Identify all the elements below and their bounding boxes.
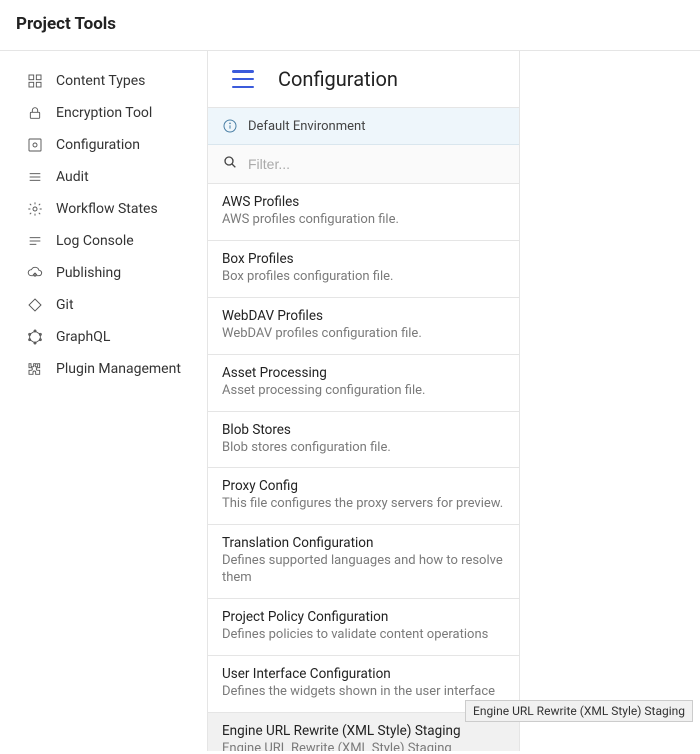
config-item-title: Project Policy Configuration xyxy=(222,609,505,625)
config-item-webdav-profiles[interactable]: WebDAV Profiles WebDAV profiles configur… xyxy=(208,298,519,355)
cloud-icon xyxy=(26,264,44,282)
graphql-icon xyxy=(26,328,44,346)
config-item-desc: Defines supported languages and how to r… xyxy=(222,553,505,587)
config-item-title: Proxy Config xyxy=(222,478,505,494)
config-item-title: Translation Configuration xyxy=(222,535,505,551)
main-title: Configuration xyxy=(278,67,398,91)
sidebar-item-label: Audit xyxy=(56,169,89,185)
config-item-title: AWS Profiles xyxy=(222,194,505,210)
search-icon xyxy=(222,154,238,174)
sidebar-item-git[interactable]: Git xyxy=(0,289,207,321)
sidebar-item-workflow-states[interactable]: Workflow States xyxy=(0,193,207,225)
filter-input[interactable] xyxy=(248,156,505,172)
sidebar-item-encryption-tool[interactable]: Encryption Tool xyxy=(0,97,207,129)
config-item-box-profiles[interactable]: Box Profiles Box profiles configuration … xyxy=(208,241,519,298)
lock-icon xyxy=(26,104,44,122)
tooltip: Engine URL Rewrite (XML Style) Staging xyxy=(465,700,693,722)
sidebar-item-configuration[interactable]: Configuration xyxy=(0,129,207,161)
content-types-icon xyxy=(26,72,44,90)
app-header: Project Tools xyxy=(0,0,700,51)
sidebar-item-plugin-management[interactable]: Plugin Management xyxy=(0,353,207,385)
config-item-desc: AWS profiles configuration file. xyxy=(222,212,505,229)
lines-icon xyxy=(26,168,44,186)
gear-square-icon xyxy=(26,136,44,154)
config-item-title: Engine URL Rewrite (XML Style) Staging xyxy=(222,723,505,739)
hamburger-menu-button[interactable] xyxy=(232,70,254,88)
sidebar-item-label: Encryption Tool xyxy=(56,105,152,121)
sidebar-item-audit[interactable]: Audit xyxy=(0,161,207,193)
lines-right-icon xyxy=(26,232,44,250)
config-item-blob-stores[interactable]: Blob Stores Blob stores configuration fi… xyxy=(208,412,519,469)
sidebar-item-label: Publishing xyxy=(56,265,121,281)
sidebar-item-label: Plugin Management xyxy=(56,361,181,377)
config-item-aws-profiles[interactable]: AWS Profiles AWS profiles configuration … xyxy=(208,184,519,241)
config-item-desc: Blob stores configuration file. xyxy=(222,440,505,457)
sidebar-item-label: Log Console xyxy=(56,233,134,249)
sidebar-item-label: Workflow States xyxy=(56,201,158,217)
filter-bar xyxy=(208,145,519,184)
config-item-title: User Interface Configuration xyxy=(222,666,505,682)
config-item-project-policy-configuration[interactable]: Project Policy Configuration Defines pol… xyxy=(208,599,519,656)
sidebar-item-label: Configuration xyxy=(56,137,140,153)
config-panel: Configuration Default Environment AWS Pr… xyxy=(208,51,520,751)
sidebar-item-content-types[interactable]: Content Types xyxy=(0,65,207,97)
sidebar-item-label: GraphQL xyxy=(56,329,110,345)
main-header: Configuration xyxy=(208,51,519,108)
config-list: AWS Profiles AWS profiles configuration … xyxy=(208,184,519,751)
config-item-desc: Engine URL Rewrite (XML Style) Staging xyxy=(222,741,505,751)
layout: Content Types Encryption Tool Configurat… xyxy=(0,51,700,751)
sidebar-item-log-console[interactable]: Log Console xyxy=(0,225,207,257)
sidebar: Content Types Encryption Tool Configurat… xyxy=(0,51,208,751)
config-item-desc: Defines policies to validate content ope… xyxy=(222,627,505,644)
sidebar-item-label: Content Types xyxy=(56,73,145,89)
diamond-icon xyxy=(26,296,44,314)
info-icon xyxy=(222,118,238,134)
config-item-desc: WebDAV profiles configuration file. xyxy=(222,326,505,343)
puzzle-icon xyxy=(26,360,44,378)
environment-label: Default Environment xyxy=(248,119,365,134)
sidebar-item-publishing[interactable]: Publishing xyxy=(0,257,207,289)
main: Configuration Default Environment AWS Pr… xyxy=(208,51,700,751)
environment-bar[interactable]: Default Environment xyxy=(208,108,519,145)
config-item-desc: Defines the widgets shown in the user in… xyxy=(222,684,505,701)
sidebar-item-label: Git xyxy=(56,297,74,313)
config-item-title: WebDAV Profiles xyxy=(222,308,505,324)
page-title: Project Tools xyxy=(16,14,684,34)
config-item-translation-configuration[interactable]: Translation Configuration Defines suppor… xyxy=(208,525,519,599)
config-item-proxy-config[interactable]: Proxy Config This file configures the pr… xyxy=(208,468,519,525)
config-item-asset-processing[interactable]: Asset Processing Asset processing config… xyxy=(208,355,519,412)
config-item-desc: Box profiles configuration file. xyxy=(222,269,505,286)
config-item-title: Blob Stores xyxy=(222,422,505,438)
config-item-desc: This file configures the proxy servers f… xyxy=(222,496,505,513)
sidebar-item-graphql[interactable]: GraphQL xyxy=(0,321,207,353)
config-item-title: Box Profiles xyxy=(222,251,505,267)
gear-icon xyxy=(26,200,44,218)
config-item-title: Asset Processing xyxy=(222,365,505,381)
config-item-desc: Asset processing configuration file. xyxy=(222,383,505,400)
